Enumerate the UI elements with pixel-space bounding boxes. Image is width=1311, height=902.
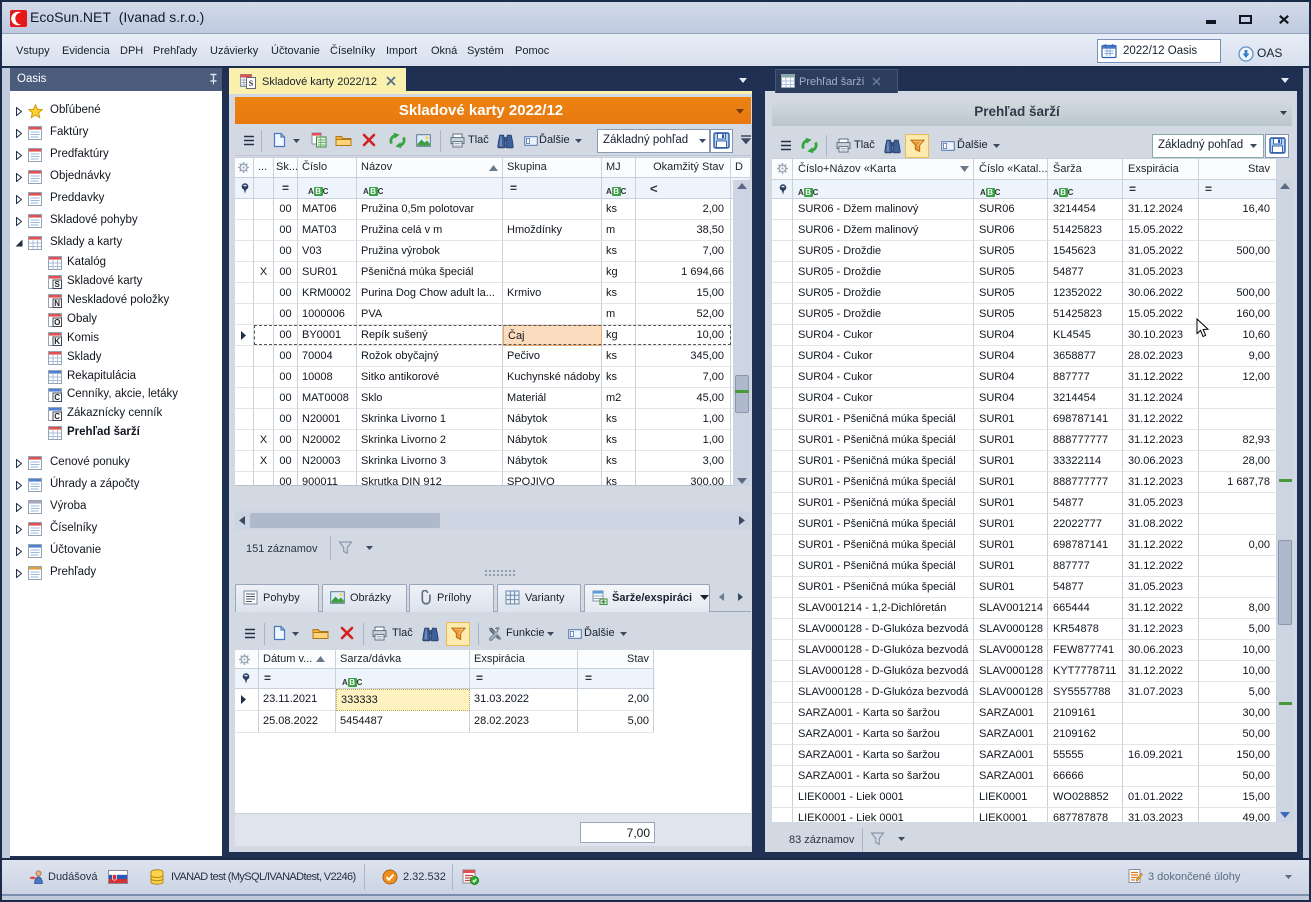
svg-text:N: N [54, 299, 60, 308]
svg-text:S: S [249, 79, 254, 88]
svg-text:S: S [55, 280, 61, 289]
svg-text:C: C [54, 393, 60, 402]
svg-text:K: K [54, 337, 60, 346]
svg-text:O: O [54, 318, 60, 327]
svg-text:C: C [54, 412, 60, 421]
